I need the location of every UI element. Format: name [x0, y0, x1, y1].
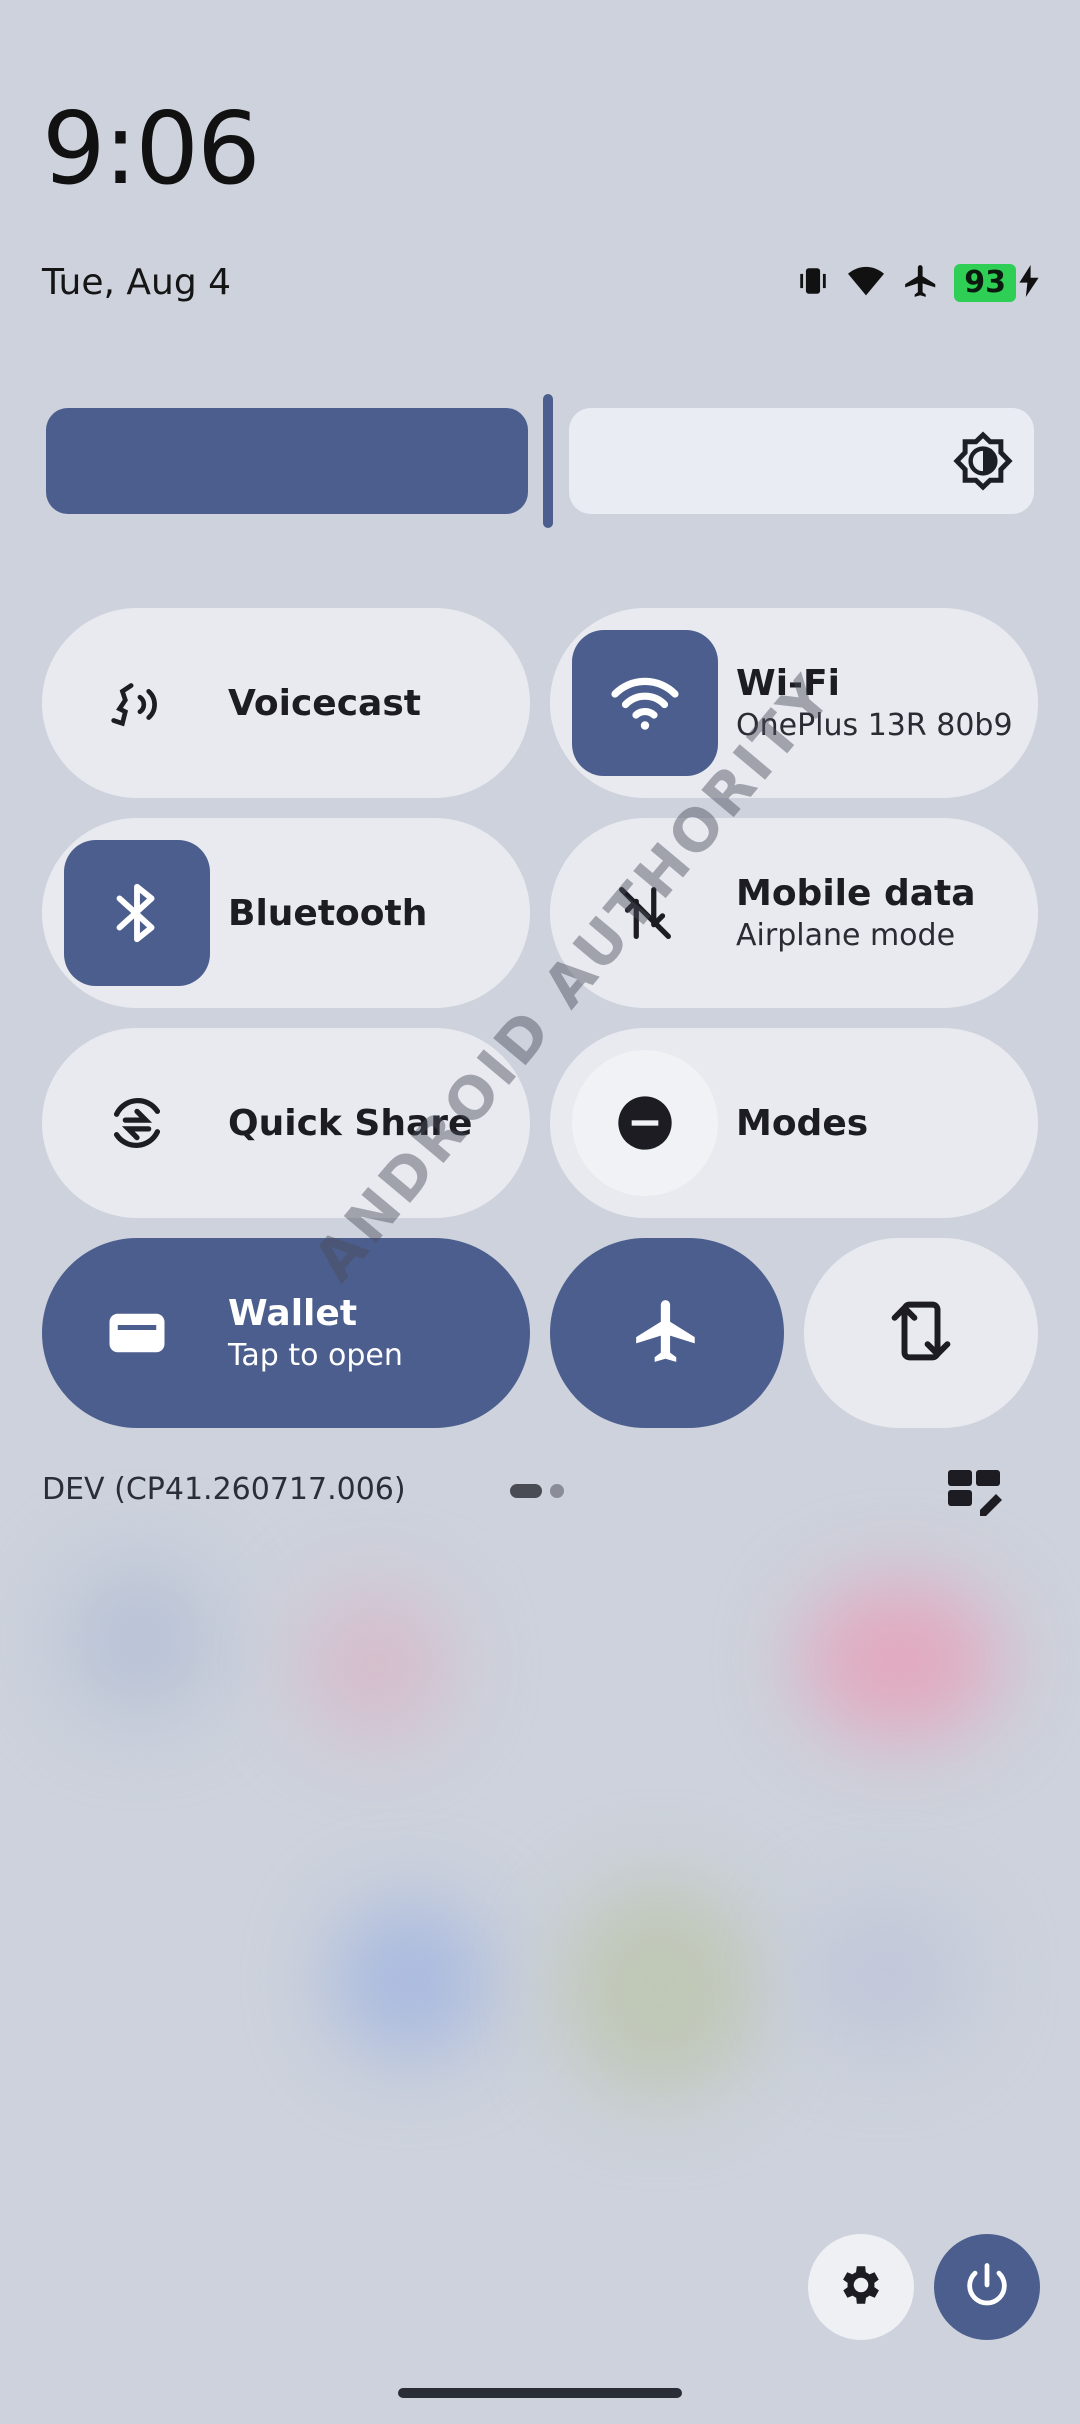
- tile-modes-label: Modes: [736, 1102, 869, 1144]
- tile-mobile-data-status: Airplane mode: [736, 918, 956, 953]
- edit-icon: [946, 1470, 1006, 1522]
- wifi-icon: [844, 263, 888, 303]
- quick-share-icon: [64, 1050, 210, 1196]
- tile-airplane-mode[interactable]: [550, 1238, 784, 1428]
- tile-bluetooth-label: Bluetooth: [228, 892, 428, 934]
- settings-button[interactable]: [808, 2234, 914, 2340]
- tile-modes[interactable]: Modes: [550, 1028, 1038, 1218]
- vibrate-icon: [796, 264, 830, 302]
- page-dot: [550, 1484, 564, 1498]
- clock[interactable]: 9:06: [42, 90, 261, 207]
- page-indicator: [510, 1484, 564, 1498]
- voicecast-icon: [64, 630, 210, 776]
- auto-rotate-icon: [888, 1291, 954, 1375]
- airplane-icon: [902, 262, 940, 304]
- date[interactable]: Tue, Aug 4: [42, 262, 231, 303]
- tile-wallet-subtitle: Tap to open: [228, 1338, 403, 1373]
- page-dot-active: [510, 1484, 542, 1498]
- tile-mobile-data-label: Mobile data: [736, 873, 976, 914]
- bluetooth-icon[interactable]: [64, 840, 210, 986]
- battery-level: 93: [954, 264, 1016, 302]
- status-icons: 93: [796, 262, 1040, 304]
- brightness-handle[interactable]: [543, 394, 553, 528]
- edit-tiles-button[interactable]: [946, 1466, 1006, 1522]
- tile-voicecast[interactable]: Voicecast: [42, 608, 530, 798]
- tile-bluetooth[interactable]: Bluetooth: [42, 818, 530, 1008]
- power-button[interactable]: [934, 2234, 1040, 2340]
- build-number: DEV (CP41.260717.006): [42, 1472, 406, 1507]
- home-indicator[interactable]: [398, 2388, 682, 2398]
- tile-wallet-label: Wallet: [228, 1293, 358, 1334]
- brightness-fill: [46, 408, 528, 514]
- charging-bolt-icon: [1018, 265, 1040, 301]
- power-icon: [961, 2259, 1013, 2315]
- brightness-track[interactable]: [569, 408, 1034, 514]
- battery-icon: 93: [954, 264, 1040, 302]
- tile-wallet[interactable]: Wallet Tap to open: [42, 1238, 530, 1428]
- gear-icon: [836, 2260, 886, 2314]
- tile-auto-rotate[interactable]: [804, 1238, 1038, 1428]
- brightness-slider[interactable]: [46, 394, 1034, 528]
- brightness-icon: [950, 428, 1016, 498]
- do-not-disturb-icon: [572, 1050, 718, 1196]
- tile-voicecast-label: Voicecast: [228, 682, 421, 724]
- wallet-icon: [64, 1260, 210, 1406]
- airplane-icon: [630, 1294, 704, 1372]
- wifi-icon[interactable]: [572, 630, 718, 776]
